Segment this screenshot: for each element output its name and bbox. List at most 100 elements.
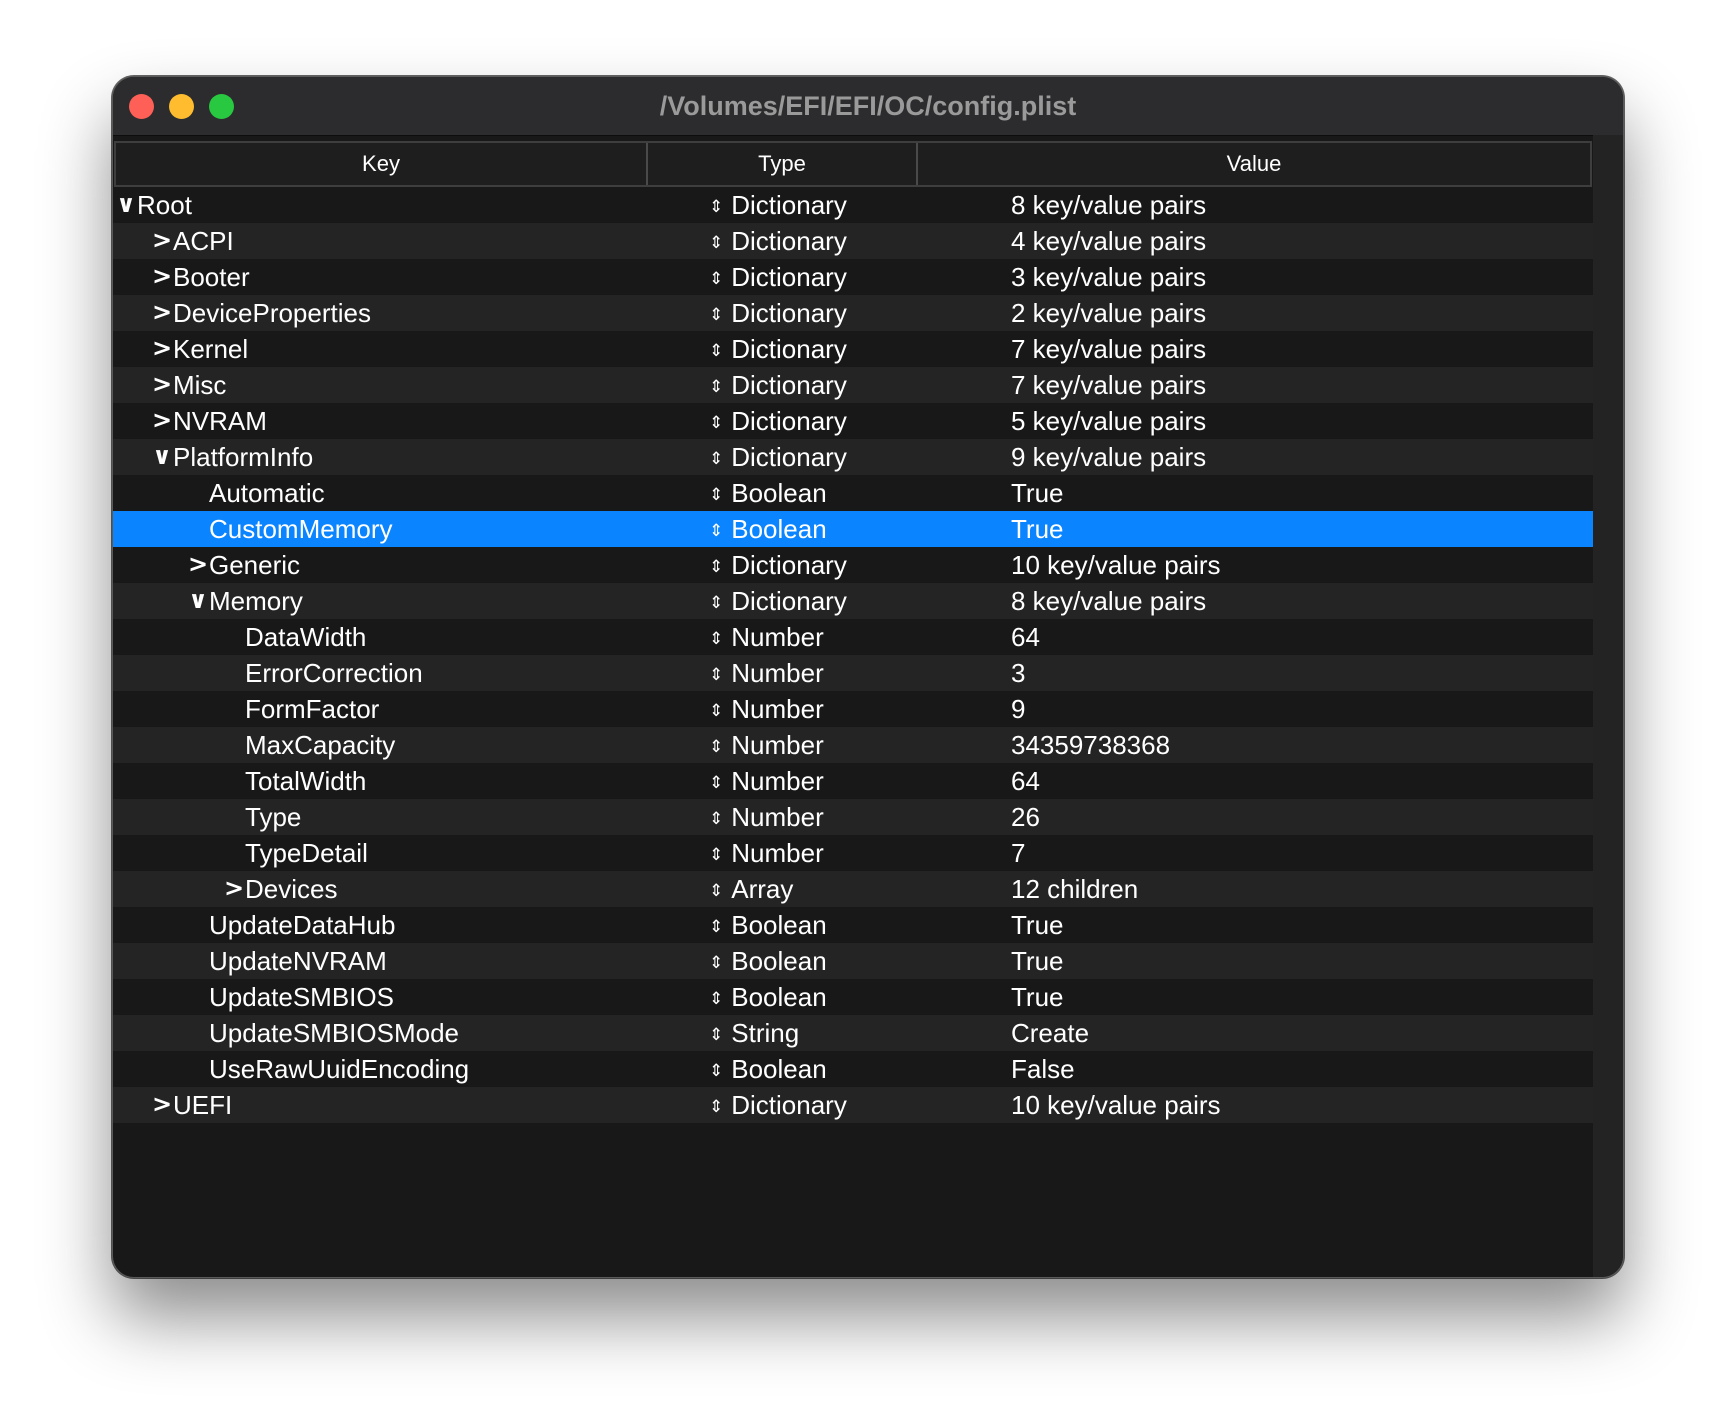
up-down-stepper-icon[interactable]: ⇕ (709, 441, 723, 477)
up-down-stepper-icon[interactable]: ⇕ (709, 765, 723, 801)
row-value[interactable]: 12 children (1011, 871, 1138, 907)
disclosure-closed-icon[interactable]: > (151, 295, 173, 331)
row-key[interactable]: Misc (173, 367, 226, 403)
disclosure-closed-icon[interactable]: > (151, 331, 173, 367)
row-type-popup[interactable]: ⇕ Number (709, 763, 824, 799)
outline-row-deviceproperties[interactable]: > DeviceProperties ⇕ Dictionary 2 key/value … (113, 295, 1593, 331)
row-key[interactable]: TypeDetail (245, 835, 368, 871)
row-value[interactable]: True (1011, 943, 1064, 979)
outline-row-custommemory[interactable]: CustomMemory ⇕ Boolean True (113, 511, 1593, 547)
row-value[interactable]: Create (1011, 1015, 1089, 1051)
row-type-popup[interactable]: ⇕ Number (709, 655, 824, 691)
row-value[interactable]: 4 key/value pairs (1011, 223, 1206, 259)
row-type-popup[interactable]: ⇕ Dictionary (709, 187, 847, 223)
up-down-stepper-icon[interactable]: ⇕ (709, 405, 723, 441)
column-header-key[interactable]: Key (116, 143, 646, 185)
row-key[interactable]: CustomMemory (209, 511, 392, 547)
row-value[interactable]: True (1011, 907, 1064, 943)
row-value[interactable]: 2 key/value pairs (1011, 295, 1206, 331)
row-value[interactable]: 3 (1011, 655, 1025, 691)
row-type-popup[interactable]: ⇕ Boolean (709, 511, 827, 547)
row-type-popup[interactable]: ⇕ Dictionary (709, 223, 847, 259)
outline-row-generic[interactable]: > Generic ⇕ Dictionary 10 key/value pairs (113, 547, 1593, 583)
disclosure-open-icon[interactable]: ∨ (115, 187, 137, 223)
outline-row-nvram[interactable]: > NVRAM ⇕ Dictionary 5 key/value pairs (113, 403, 1593, 439)
up-down-stepper-icon[interactable]: ⇕ (709, 261, 723, 297)
row-key[interactable]: Memory (209, 583, 303, 619)
column-header-value[interactable]: Value (918, 143, 1590, 185)
row-key[interactable]: Kernel (173, 331, 248, 367)
column-header-type[interactable]: Type (648, 143, 916, 185)
row-type-popup[interactable]: ⇕ Number (709, 619, 824, 655)
outline-row-userawuuidencoding[interactable]: UseRawUuidEncoding ⇕ Boolean False (113, 1051, 1593, 1087)
up-down-stepper-icon[interactable]: ⇕ (709, 297, 723, 333)
disclosure-open-icon[interactable]: ∨ (187, 583, 209, 619)
row-key[interactable]: ErrorCorrection (245, 655, 423, 691)
outline-row-updatesmbios[interactable]: UpdateSMBIOS ⇕ Boolean True (113, 979, 1593, 1015)
scrollbar-track[interactable] (1593, 135, 1623, 1277)
up-down-stepper-icon[interactable]: ⇕ (709, 729, 723, 765)
outline-row-automatic[interactable]: Automatic ⇕ Boolean True (113, 475, 1593, 511)
row-type-popup[interactable]: ⇕ String (709, 1015, 799, 1051)
row-value[interactable]: True (1011, 511, 1064, 547)
outline-row-updatenvram[interactable]: UpdateNVRAM ⇕ Boolean True (113, 943, 1593, 979)
outline-row-type[interactable]: Type ⇕ Number 26 (113, 799, 1593, 835)
row-key[interactable]: UpdateNVRAM (209, 943, 387, 979)
row-type-popup[interactable]: ⇕ Dictionary (709, 439, 847, 475)
disclosure-closed-icon[interactable]: > (151, 403, 173, 439)
up-down-stepper-icon[interactable]: ⇕ (709, 693, 723, 729)
row-value[interactable]: 8 key/value pairs (1011, 187, 1206, 223)
row-type-popup[interactable]: ⇕ Dictionary (709, 331, 847, 367)
outline-row-booter[interactable]: > Booter ⇕ Dictionary 3 key/value pairs (113, 259, 1593, 295)
outline-row-updatesmbiosmode[interactable]: UpdateSMBIOSMode ⇕ String Create (113, 1015, 1593, 1051)
row-type-popup[interactable]: ⇕ Number (709, 835, 824, 871)
disclosure-closed-icon[interactable]: > (151, 1087, 173, 1123)
row-key[interactable]: Generic (209, 547, 300, 583)
up-down-stepper-icon[interactable]: ⇕ (709, 657, 723, 693)
row-type-popup[interactable]: ⇕ Number (709, 691, 824, 727)
disclosure-closed-icon[interactable]: > (223, 871, 245, 907)
row-key[interactable]: Booter (173, 259, 250, 295)
row-type-popup[interactable]: ⇕ Dictionary (709, 295, 847, 331)
disclosure-closed-icon[interactable]: > (151, 259, 173, 295)
row-value[interactable]: 3 key/value pairs (1011, 259, 1206, 295)
row-value[interactable]: 34359738368 (1011, 727, 1170, 763)
disclosure-closed-icon[interactable]: > (151, 367, 173, 403)
up-down-stepper-icon[interactable]: ⇕ (709, 333, 723, 369)
row-key[interactable]: NVRAM (173, 403, 267, 439)
row-value[interactable]: 7 key/value pairs (1011, 331, 1206, 367)
up-down-stepper-icon[interactable]: ⇕ (709, 225, 723, 261)
row-type-popup[interactable]: ⇕ Number (709, 799, 824, 835)
disclosure-closed-icon[interactable]: > (187, 547, 209, 583)
up-down-stepper-icon[interactable]: ⇕ (709, 1017, 723, 1053)
row-value[interactable]: 8 key/value pairs (1011, 583, 1206, 619)
outline-row-datawidth[interactable]: DataWidth ⇕ Number 64 (113, 619, 1593, 655)
row-type-popup[interactable]: ⇕ Dictionary (709, 547, 847, 583)
row-key[interactable]: Type (245, 799, 301, 835)
up-down-stepper-icon[interactable]: ⇕ (709, 1053, 723, 1089)
row-type-popup[interactable]: ⇕ Boolean (709, 979, 827, 1015)
row-type-popup[interactable]: ⇕ Array (709, 871, 793, 907)
row-type-popup[interactable]: ⇕ Dictionary (709, 259, 847, 295)
row-value[interactable]: 9 (1011, 691, 1025, 727)
row-value[interactable]: False (1011, 1051, 1075, 1087)
up-down-stepper-icon[interactable]: ⇕ (709, 549, 723, 585)
disclosure-closed-icon[interactable]: > (151, 223, 173, 259)
row-value[interactable]: 9 key/value pairs (1011, 439, 1206, 475)
outline-row-updatedatahub[interactable]: UpdateDataHub ⇕ Boolean True (113, 907, 1593, 943)
row-key[interactable]: UpdateDataHub (209, 907, 395, 943)
outline-row-memory[interactable]: ∨ Memory ⇕ Dictionary 8 key/value pairs (113, 583, 1593, 619)
row-key[interactable]: UpdateSMBIOSMode (209, 1015, 459, 1051)
row-key[interactable]: ACPI (173, 223, 234, 259)
up-down-stepper-icon[interactable]: ⇕ (709, 945, 723, 981)
up-down-stepper-icon[interactable]: ⇕ (709, 513, 723, 549)
row-key[interactable]: UEFI (173, 1087, 232, 1123)
row-key[interactable]: TotalWidth (245, 763, 366, 799)
row-type-popup[interactable]: ⇕ Dictionary (709, 1087, 847, 1123)
row-value[interactable]: 10 key/value pairs (1011, 547, 1221, 583)
outline-row-maxcapacity[interactable]: MaxCapacity ⇕ Number 34359738368 (113, 727, 1593, 763)
row-value[interactable]: True (1011, 979, 1064, 1015)
outline-row-acpi[interactable]: > ACPI ⇕ Dictionary 4 key/value pairs (113, 223, 1593, 259)
row-type-popup[interactable]: ⇕ Dictionary (709, 403, 847, 439)
outline-row-typedetail[interactable]: TypeDetail ⇕ Number 7 (113, 835, 1593, 871)
